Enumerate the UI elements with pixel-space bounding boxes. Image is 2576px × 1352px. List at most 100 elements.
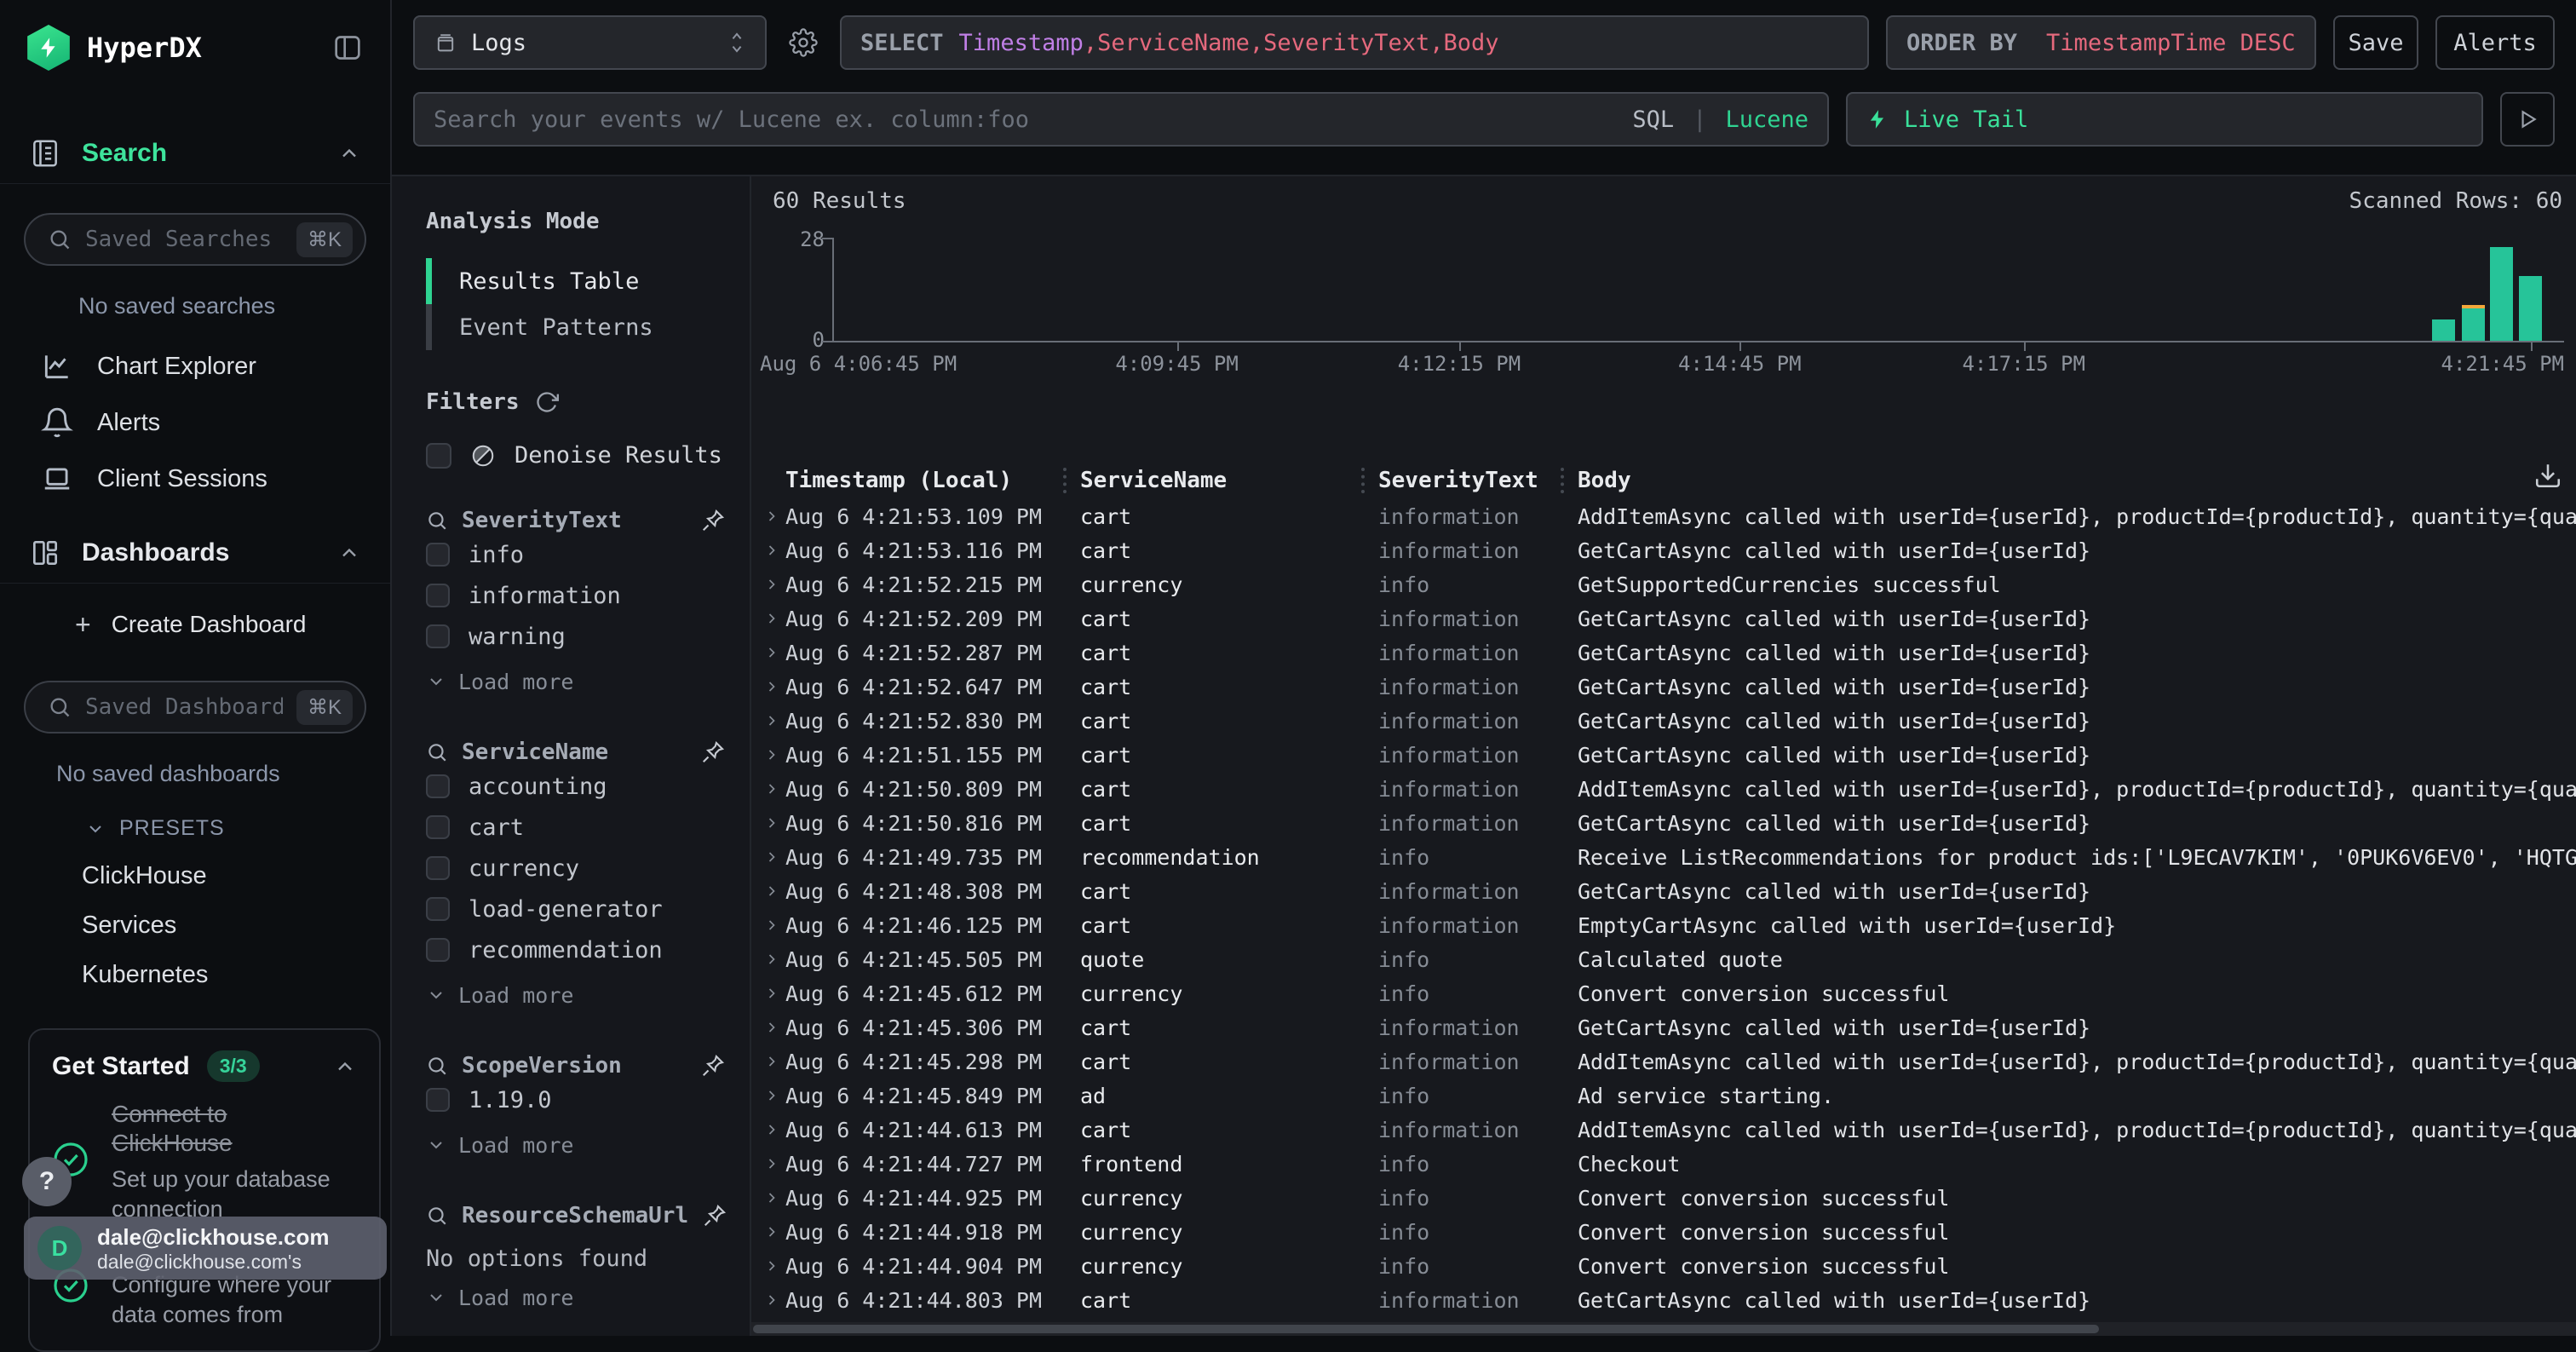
preset-services[interactable]: Services xyxy=(0,900,390,950)
load-more-button[interactable]: Load more xyxy=(426,663,726,700)
sidebar-item-search[interactable]: Search xyxy=(0,123,390,184)
chevron-up-icon[interactable] xyxy=(337,541,361,565)
select-columns-input[interactable]: SELECT Timestamp ,ServiceName,SeverityTe… xyxy=(840,15,1869,70)
chart-bar-info[interactable] xyxy=(2490,247,2513,341)
filter-option[interactable]: cart xyxy=(426,808,726,847)
filter-option-checkbox[interactable] xyxy=(426,897,450,921)
column-separator[interactable] xyxy=(1063,468,1067,493)
sidebar-item-client-sessions[interactable]: Client Sessions xyxy=(0,451,390,507)
chevron-up-icon[interactable] xyxy=(333,1055,357,1079)
table-row[interactable]: Aug 6 4:21:45.306 PMcartinformationGetCa… xyxy=(751,1011,2576,1045)
tab-results-table[interactable]: Results Table xyxy=(426,258,726,304)
pin-icon[interactable] xyxy=(700,1053,726,1079)
column-separator[interactable] xyxy=(1361,468,1365,493)
table-row[interactable]: Aug 6 4:21:45.298 PMcartinformationAddIt… xyxy=(751,1045,2576,1079)
table-row[interactable]: Aug 6 4:21:53.109 PMcartinformationAddIt… xyxy=(751,500,2576,534)
row-expand-icon[interactable] xyxy=(763,917,780,934)
pin-icon[interactable] xyxy=(700,508,726,533)
chart-bar-info[interactable] xyxy=(2432,319,2455,341)
table-row[interactable]: Aug 6 4:21:45.505 PMquoteinfoCalculated … xyxy=(751,943,2576,977)
row-expand-icon[interactable] xyxy=(763,746,780,763)
row-expand-icon[interactable] xyxy=(763,508,780,525)
row-expand-icon[interactable] xyxy=(763,610,780,627)
filter-option[interactable]: recommendation xyxy=(426,930,726,969)
pin-icon[interactable] xyxy=(702,1203,727,1228)
table-row[interactable]: Aug 6 4:21:44.904 PMcurrencyinfoConvert … xyxy=(751,1250,2576,1284)
row-expand-icon[interactable] xyxy=(763,1257,780,1274)
tab-event-patterns[interactable]: Event Patterns xyxy=(426,304,726,350)
filter-option[interactable]: info xyxy=(426,535,726,574)
order-by-input[interactable]: ORDER BY TimestampTime DESC xyxy=(1886,15,2316,70)
table-row[interactable]: Aug 6 4:21:52.209 PMcartinformationGetCa… xyxy=(751,602,2576,636)
row-expand-icon[interactable] xyxy=(763,1019,780,1036)
row-expand-icon[interactable] xyxy=(763,644,780,661)
filter-option-checkbox[interactable] xyxy=(426,815,450,839)
sidebar-item-alerts[interactable]: Alerts xyxy=(0,394,390,451)
filter-option[interactable]: currency xyxy=(426,849,726,888)
sidebar-collapse-icon[interactable] xyxy=(331,31,365,65)
table-row[interactable]: Aug 6 4:21:50.816 PMcartinformationGetCa… xyxy=(751,807,2576,841)
row-expand-icon[interactable] xyxy=(763,1292,780,1309)
row-expand-icon[interactable] xyxy=(763,1087,780,1104)
row-expand-icon[interactable] xyxy=(763,1155,780,1172)
denoise-results-option[interactable]: Denoise Results xyxy=(426,442,726,469)
scrollbar-thumb[interactable] xyxy=(753,1325,2099,1333)
column-separator[interactable] xyxy=(1561,468,1564,493)
row-expand-icon[interactable] xyxy=(763,576,780,593)
saved-dashboards-input[interactable] xyxy=(85,694,283,720)
source-select[interactable]: Logs xyxy=(413,15,767,70)
table-row[interactable]: Aug 6 4:21:44.613 PMcartinformationAddIt… xyxy=(751,1113,2576,1148)
results-histogram[interactable]: 28 0 Aug 6 4:06:45 PM4:09:45 PM4:12:15 P… xyxy=(751,227,2564,379)
table-row[interactable]: Aug 6 4:21:52.647 PMcartinformationGetCa… xyxy=(751,670,2576,705)
filter-option-checkbox[interactable] xyxy=(426,938,450,962)
row-expand-icon[interactable] xyxy=(763,1053,780,1070)
run-query-play-button[interactable] xyxy=(2500,92,2555,147)
create-dashboard-button[interactable]: + Create Dashboard xyxy=(0,597,390,652)
mode-toggle-sql[interactable]: SQL xyxy=(1632,106,1674,133)
table-row[interactable]: Aug 6 4:21:52.287 PMcartinformationGetCa… xyxy=(751,636,2576,670)
preset-clickhouse[interactable]: ClickHouse xyxy=(0,851,390,900)
filter-option-checkbox[interactable] xyxy=(426,543,450,567)
table-row[interactable]: Aug 6 4:21:49.735 PMrecommendationinfoRe… xyxy=(751,841,2576,875)
column-header-timestamp[interactable]: Timestamp (Local) xyxy=(785,464,1012,497)
table-row[interactable]: Aug 6 4:21:45.849 PMadinfoAd service sta… xyxy=(751,1079,2576,1113)
table-row[interactable]: Aug 6 4:21:48.308 PMcartinformationGetCa… xyxy=(751,875,2576,909)
source-settings-gear-icon[interactable] xyxy=(784,15,823,70)
refresh-icon[interactable] xyxy=(535,390,559,414)
table-row[interactable]: Aug 6 4:21:44.727 PMfrontendinfoCheckout xyxy=(751,1148,2576,1182)
table-row[interactable]: Aug 6 4:21:44.918 PMcurrencyinfoConvert … xyxy=(751,1216,2576,1250)
filter-option-checkbox[interactable] xyxy=(426,774,450,798)
row-expand-icon[interactable] xyxy=(763,849,780,866)
preset-kubernetes[interactable]: Kubernetes xyxy=(0,950,390,999)
get-started-step-1[interactable]: Connect to ClickHouse Set up your databa… xyxy=(112,1100,331,1224)
table-row[interactable]: Aug 6 4:21:52.830 PMcartinformationGetCa… xyxy=(751,705,2576,739)
table-row[interactable]: Aug 6 4:21:45.612 PMcurrencyinfoConvert … xyxy=(751,977,2576,1011)
user-card[interactable]: D dale@clickhouse.com dale@clickhouse.co… xyxy=(24,1217,387,1280)
load-more-button[interactable]: Load more xyxy=(426,1279,726,1316)
filter-option[interactable]: accounting xyxy=(426,767,726,806)
column-header-severitytext[interactable]: SeverityText xyxy=(1378,464,1538,497)
row-expand-icon[interactable] xyxy=(763,814,780,831)
mode-toggle-lucene[interactable]: Lucene xyxy=(1725,106,1808,133)
search-input[interactable] xyxy=(434,106,1619,133)
get-started-header[interactable]: Get Started 3/3 xyxy=(52,1050,357,1082)
filter-option[interactable]: 1.19.0 xyxy=(426,1080,726,1119)
save-button[interactable]: Save xyxy=(2333,15,2418,70)
table-row[interactable]: Aug 6 4:21:44.803 PMcartinformationGetCa… xyxy=(751,1284,2576,1318)
load-more-button[interactable]: Load more xyxy=(426,976,726,1014)
chart-bar-info[interactable] xyxy=(2462,308,2485,341)
sidebar-item-dashboards[interactable]: Dashboards xyxy=(0,522,390,584)
row-expand-icon[interactable] xyxy=(763,985,780,1002)
filter-option[interactable]: warning xyxy=(426,617,726,656)
table-row[interactable]: Aug 6 4:21:53.116 PMcartinformationGetCa… xyxy=(751,534,2576,568)
column-header-servicename[interactable]: ServiceName xyxy=(1080,464,1227,497)
saved-searches-input[interactable] xyxy=(85,227,283,252)
row-expand-icon[interactable] xyxy=(763,1223,780,1240)
sidebar-item-chart-explorer[interactable]: Chart Explorer xyxy=(0,338,390,394)
row-expand-icon[interactable] xyxy=(763,951,780,968)
filter-option-checkbox[interactable] xyxy=(426,1088,450,1112)
filter-option-checkbox[interactable] xyxy=(426,584,450,607)
row-expand-icon[interactable] xyxy=(763,1121,780,1138)
row-expand-icon[interactable] xyxy=(763,712,780,729)
alerts-button[interactable]: Alerts xyxy=(2435,15,2555,70)
